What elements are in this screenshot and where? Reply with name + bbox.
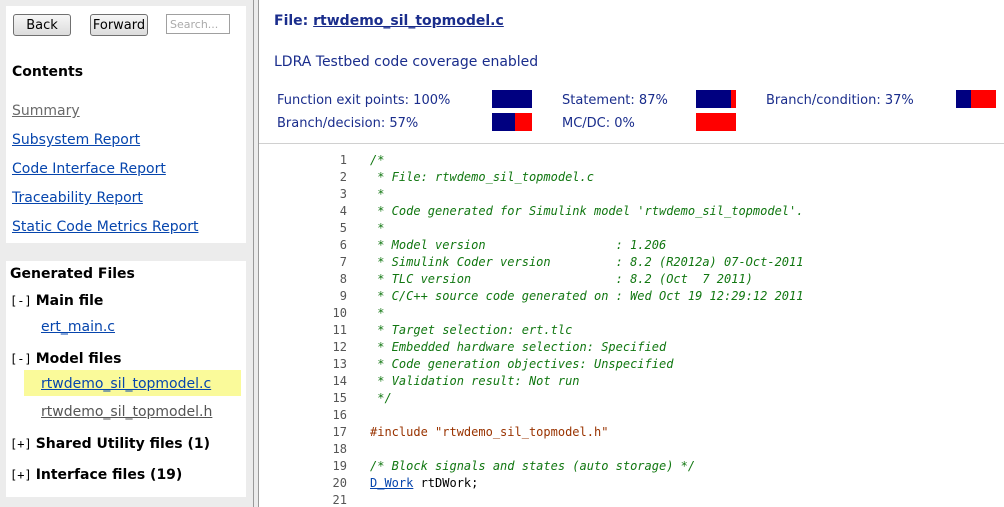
contents-heading: Contents xyxy=(12,64,84,80)
coverage-label-statement: Statement: 87% xyxy=(562,93,668,108)
coverage-bar-branch-decision xyxy=(492,113,532,131)
code-text: * Target selection: ert.tlc xyxy=(370,323,573,337)
nav-link-code-interface-report[interactable]: Code Interface Report xyxy=(12,161,166,177)
search-input[interactable] xyxy=(166,14,230,34)
line-number: 8 xyxy=(339,272,347,286)
code-text: * C/C++ source code generated on : Wed O… xyxy=(370,289,804,303)
group-label: Model files xyxy=(35,351,122,367)
line-number: 17 xyxy=(332,425,347,439)
coverage-label-branch-condition: Branch/condition: 37% xyxy=(766,93,914,108)
coverage-label-function-exit: Function exit points: 100% xyxy=(277,93,451,108)
expand-toggle[interactable]: [+] xyxy=(10,437,32,451)
coverage-bar-function-exit xyxy=(492,90,532,108)
nav-link-summary[interactable]: Summary xyxy=(12,103,80,119)
coverage-fill xyxy=(492,90,532,108)
code-text: D_Work rtDWork; xyxy=(370,476,479,490)
coverage-bar-branch-condition xyxy=(956,90,996,108)
coverage-fill xyxy=(956,90,971,108)
line-number: 10 xyxy=(332,306,347,320)
line-number: 21 xyxy=(332,493,347,507)
nav-link-traceability-report[interactable]: Traceability Report xyxy=(12,190,143,206)
file-link-topmodel-h[interactable]: rtwdemo_sil_topmodel.h xyxy=(41,404,212,420)
line-number: 3 xyxy=(339,187,347,201)
code-text: /* Block signals and states (auto storag… xyxy=(370,459,696,473)
generated-files-heading: Generated Files xyxy=(10,266,135,282)
line-number: 16 xyxy=(332,408,347,422)
group-label: Main file xyxy=(35,293,104,309)
line-number: 13 xyxy=(332,357,347,371)
line-number: 19 xyxy=(332,459,347,473)
code-text: * Simulink Coder version : 8.2 (R2012a) … xyxy=(370,255,804,269)
line-number: 7 xyxy=(339,255,347,269)
back-button[interactable]: Back xyxy=(13,14,71,36)
file-heading: File: rtwdemo_sil_topmodel.c xyxy=(274,13,504,29)
line-number: 14 xyxy=(332,374,347,388)
line-number: 2 xyxy=(339,170,347,184)
code-text: * xyxy=(370,187,385,201)
code-text: * xyxy=(370,221,385,235)
coverage-fill xyxy=(696,90,731,108)
group-shared-utility-files[interactable]: [+] Shared Utility files (1) xyxy=(10,436,210,452)
expand-toggle[interactable]: [+] xyxy=(10,468,32,482)
code-text: * Code generation objectives: Unspecifie… xyxy=(370,357,674,371)
line-number: 4 xyxy=(339,204,347,218)
coverage-bar-mcdc xyxy=(696,113,736,131)
line-number: 5 xyxy=(339,221,347,235)
coverage-label-mcdc: MC/DC: 0% xyxy=(562,116,635,131)
navigation-pane: Back Forward Contents Summary Subsystem … xyxy=(0,0,253,507)
code-text: #include "rtwdemo_sil_topmodel.h" xyxy=(370,425,609,439)
group-model-files[interactable]: [-] Model files xyxy=(10,351,121,367)
line-number: 1 xyxy=(339,153,347,167)
coverage-fill xyxy=(492,113,515,131)
nav-link-static-code-metrics-report[interactable]: Static Code Metrics Report xyxy=(12,219,198,235)
code-text: */ xyxy=(370,391,392,405)
code-text: * File: rtwdemo_sil_topmodel.c xyxy=(370,170,594,184)
code-text: * xyxy=(370,306,385,320)
file-link-topmodel-c[interactable]: rtwdemo_sil_topmodel.c xyxy=(41,376,211,392)
line-number: 6 xyxy=(339,238,347,252)
coverage-bar-statement xyxy=(696,90,736,108)
coverage-label-branch-decision: Branch/decision: 57% xyxy=(277,116,419,131)
line-number: 11 xyxy=(332,323,347,337)
forward-button[interactable]: Forward xyxy=(90,14,148,36)
line-number: 18 xyxy=(332,442,347,456)
generated-files-panel: Generated Files [-] Main file ert_main.c … xyxy=(6,261,246,497)
code-text: * Code generated for Simulink model 'rtw… xyxy=(370,204,804,218)
ldra-coverage-status: LDRA Testbed code coverage enabled xyxy=(274,54,539,70)
contents-panel: Back Forward Contents Summary Subsystem … xyxy=(6,6,246,243)
line-number: 20 xyxy=(332,476,347,490)
line-number: 9 xyxy=(339,289,347,303)
group-label: Interface files (19) xyxy=(35,467,183,483)
code-text: /* xyxy=(370,153,385,167)
section-divider xyxy=(259,143,1004,144)
file-prefix: File: xyxy=(274,13,314,29)
group-interface-files[interactable]: [+] Interface files (19) xyxy=(10,467,182,483)
collapse-toggle[interactable]: [-] xyxy=(10,294,32,308)
collapse-toggle[interactable]: [-] xyxy=(10,352,32,366)
nav-link-subsystem-report[interactable]: Subsystem Report xyxy=(12,132,140,148)
group-main-file[interactable]: [-] Main file xyxy=(10,293,103,309)
code-text: * Validation result: Not run xyxy=(370,374,580,388)
report-content: File: rtwdemo_sil_topmodel.c LDRA Testbe… xyxy=(259,0,1004,507)
file-link-ert-main-c[interactable]: ert_main.c xyxy=(41,319,115,335)
file-name-link[interactable]: rtwdemo_sil_topmodel.c xyxy=(313,13,504,29)
code-text: * TLC version : 8.2 (Oct 7 2011) xyxy=(370,272,753,286)
line-number: 15 xyxy=(332,391,347,405)
line-number: 12 xyxy=(332,340,347,354)
group-label: Shared Utility files (1) xyxy=(35,436,211,452)
type-definition-link[interactable]: D_Work xyxy=(370,476,413,490)
code-text: * Embedded hardware selection: Specified xyxy=(370,340,667,354)
code-text: * Model version : 1.206 xyxy=(370,238,667,252)
